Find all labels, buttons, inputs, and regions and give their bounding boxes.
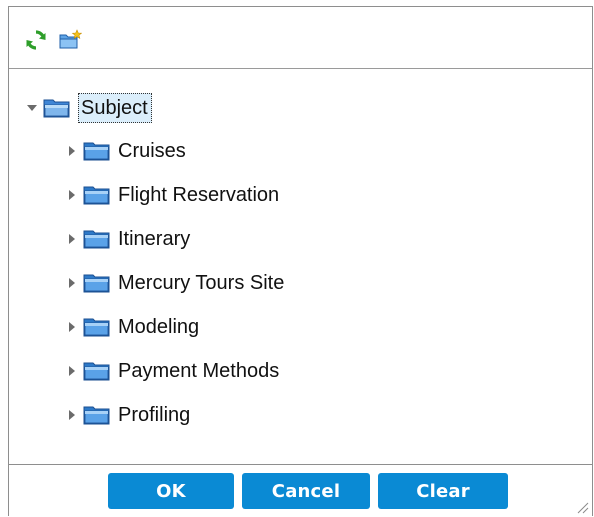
toolbar (9, 7, 592, 69)
expand-arrow-icon[interactable] (65, 276, 79, 290)
expand-arrow-icon[interactable] (65, 408, 79, 422)
tree-node-label: Payment Methods (118, 360, 280, 382)
folder-icon (83, 274, 110, 293)
expand-arrow-icon[interactable] (65, 320, 79, 334)
resize-grip-icon[interactable] (575, 500, 589, 514)
tree-node-root-label: Subject (78, 93, 152, 123)
tree-node-modeling[interactable]: Modeling (65, 311, 199, 343)
tree-node-label: Flight Reservation (118, 184, 280, 206)
collapse-arrow-icon[interactable] (25, 101, 39, 115)
tree-node-label: Cruises (118, 140, 186, 162)
tree-node-label: Mercury Tours Site (118, 272, 285, 294)
expand-arrow-icon[interactable] (65, 188, 79, 202)
new-folder-icon[interactable] (58, 29, 83, 51)
tree-node-cruises[interactable]: Cruises (65, 135, 186, 167)
tree-node-label: Modeling (118, 316, 200, 338)
refresh-icon[interactable] (25, 29, 47, 51)
folder-icon (83, 186, 110, 205)
clear-button[interactable]: Clear (378, 473, 508, 509)
folder-icon (83, 230, 110, 249)
tree-node-profiling[interactable]: Profiling (65, 399, 190, 431)
expand-arrow-icon[interactable] (65, 144, 79, 158)
dialog-footer: OK Cancel Clear (9, 464, 592, 517)
cancel-button[interactable]: Cancel (242, 473, 370, 509)
ok-button[interactable]: OK (108, 473, 234, 509)
folder-icon (83, 362, 110, 381)
folder-picker-dialog: Subject Cruises Flight Reservation Itine… (8, 6, 593, 517)
folder-icon (83, 406, 110, 425)
folder-icon (83, 318, 110, 337)
tree-node-label: Itinerary (118, 228, 191, 250)
expand-arrow-icon[interactable] (65, 232, 79, 246)
folder-icon (83, 142, 110, 161)
tree-node-label: Profiling (118, 404, 191, 426)
expand-arrow-icon[interactable] (65, 364, 79, 378)
tree-node-root[interactable]: Subject (25, 92, 152, 124)
tree-node-mercury-tours-site[interactable]: Mercury Tours Site (65, 267, 284, 299)
folder-open-icon (43, 99, 70, 118)
folder-tree: Subject Cruises Flight Reservation Itine… (9, 69, 592, 464)
tree-node-payment-methods[interactable]: Payment Methods (65, 355, 279, 387)
tree-node-itinerary[interactable]: Itinerary (65, 223, 190, 255)
tree-node-flight-reservation[interactable]: Flight Reservation (65, 179, 279, 211)
